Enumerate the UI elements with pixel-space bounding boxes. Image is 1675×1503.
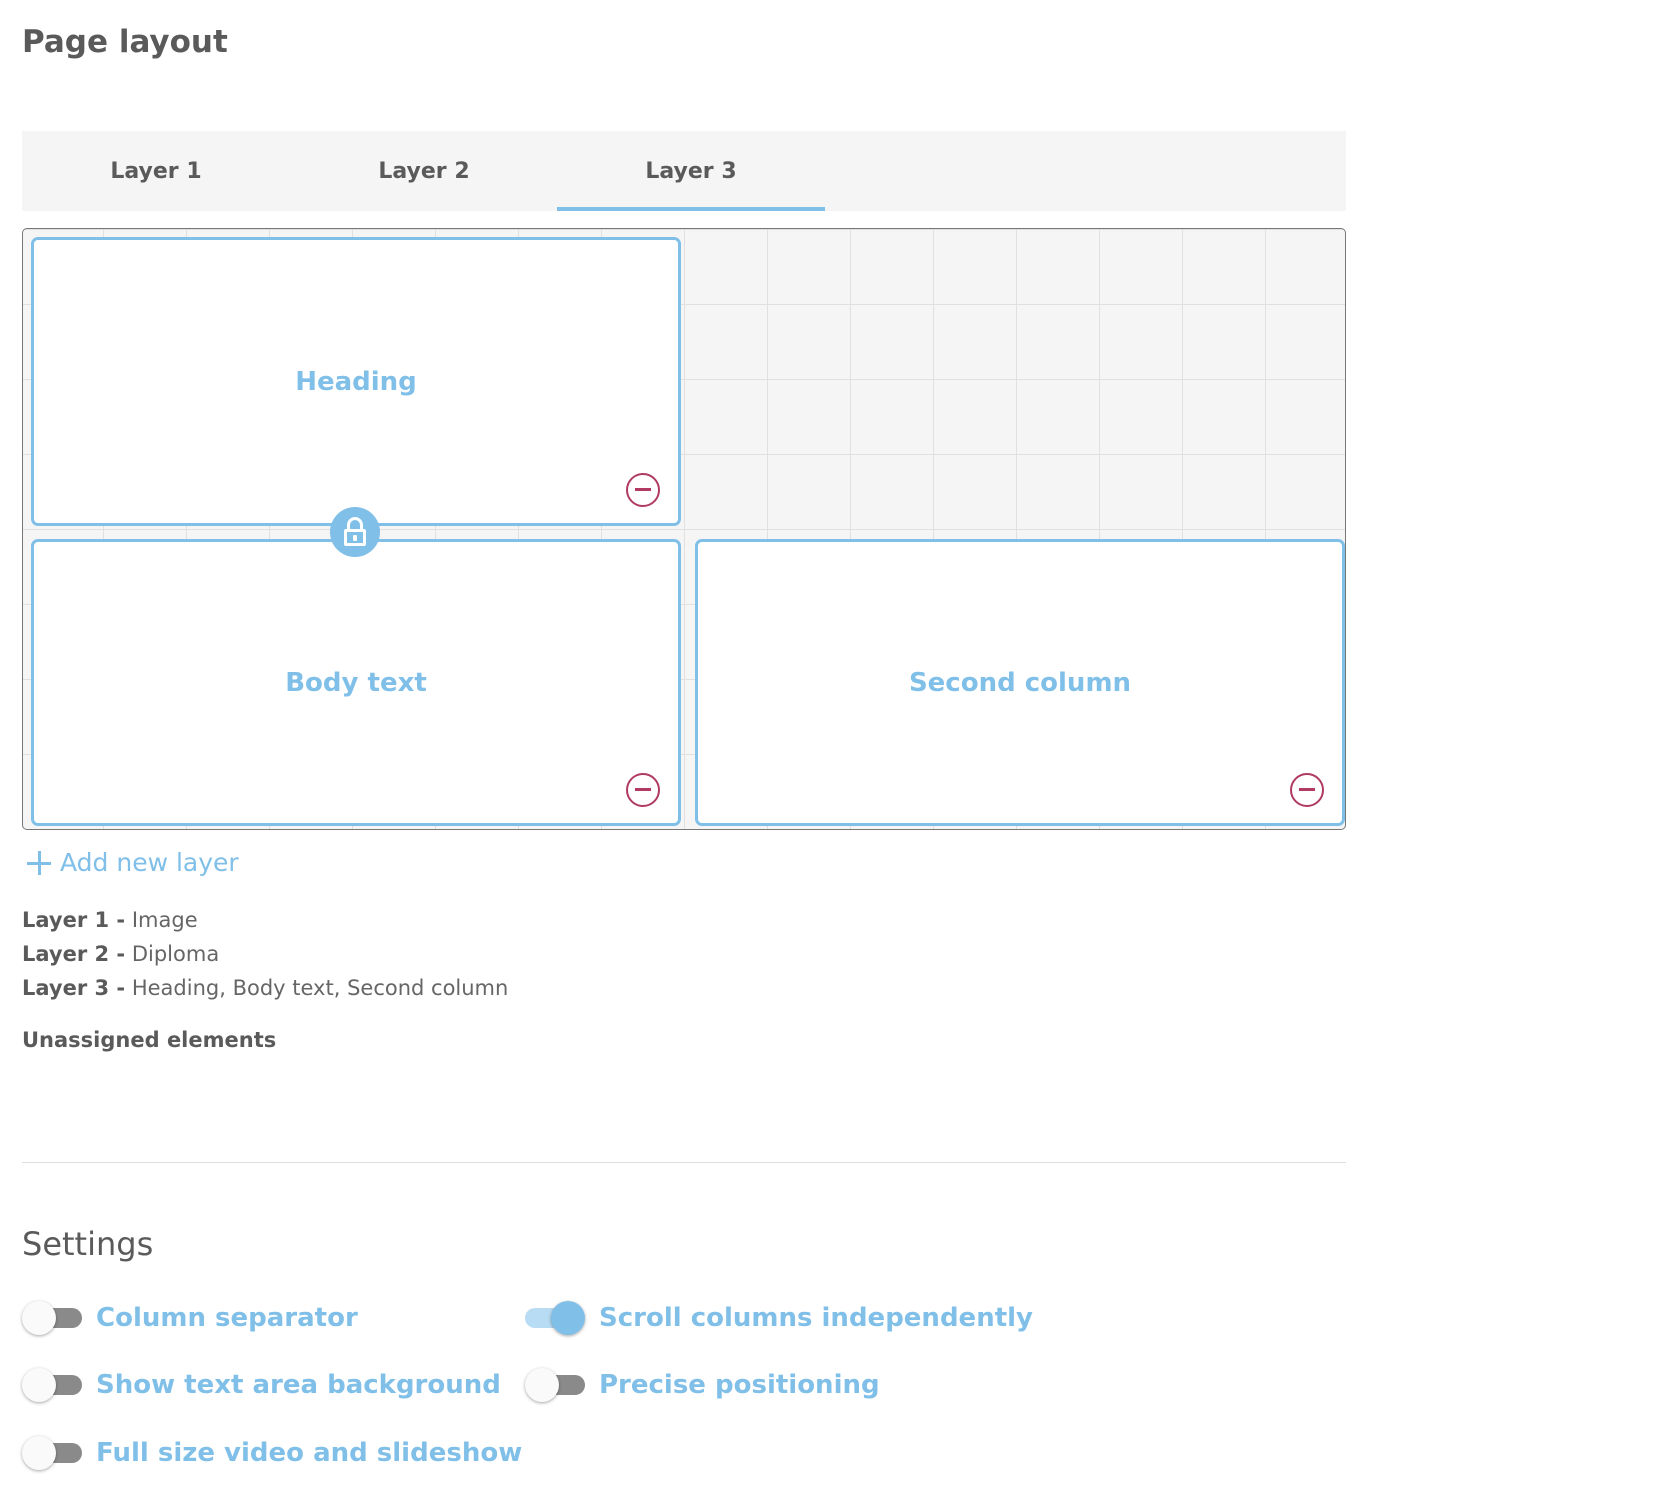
summary-row: Layer 2 - Diploma [22, 937, 508, 971]
settings-title: Settings [22, 1225, 154, 1263]
add-new-layer-label: Add new layer [60, 848, 239, 877]
setting-label: Precise positioning [599, 1370, 880, 1400]
block-second-column[interactable]: Second column [695, 539, 1345, 826]
block-second-column-label: Second column [908, 667, 1132, 698]
summary-value: Image [131, 908, 198, 932]
block-heading[interactable]: Heading [31, 237, 681, 526]
minus-circle-icon[interactable] [1290, 773, 1324, 807]
minus-circle-icon[interactable] [626, 773, 660, 807]
tab-layer-2[interactable]: Layer 2 [290, 131, 558, 211]
setting-label: Full size video and slideshow [96, 1438, 523, 1468]
lock-icon[interactable] [330, 507, 380, 557]
toggle-switch[interactable] [22, 1368, 82, 1402]
minus-circle-icon[interactable] [626, 473, 660, 507]
summary-key: Layer 2 - [22, 942, 126, 966]
layer-tabs: Layer 1 Layer 2 Layer 3 [22, 131, 1346, 211]
summary-row: Layer 1 - Image [22, 903, 508, 937]
divider [22, 1162, 1346, 1163]
block-body-text[interactable]: Body text [31, 539, 681, 826]
summary-key: Layer 1 - [22, 908, 126, 932]
block-heading-label: Heading [295, 366, 417, 397]
block-body-text-label: Body text [285, 667, 427, 698]
page-title: Page layout [22, 24, 228, 60]
toggle-switch[interactable] [525, 1368, 585, 1402]
setting-show-text-area-background[interactable]: Show text area background [22, 1368, 501, 1402]
setting-precise-positioning[interactable]: Precise positioning [525, 1368, 880, 1402]
summary-row: Layer 3 - Heading, Body text, Second col… [22, 971, 508, 1005]
setting-label: Show text area background [96, 1370, 501, 1400]
setting-label: Column separator [96, 1303, 358, 1333]
setting-scroll-columns-independently[interactable]: Scroll columns independently [525, 1301, 1033, 1335]
layout-canvas: Heading Body text Second column [22, 228, 1346, 830]
tab-layer-3[interactable]: Layer 3 [557, 131, 825, 211]
setting-full-size-video-and-slideshow[interactable]: Full size video and slideshow [22, 1436, 523, 1470]
unassigned-elements-heading: Unassigned elements [22, 1028, 277, 1052]
layer-summary: Layer 1 - Image Layer 2 - Diploma Layer … [22, 903, 508, 1005]
summary-value: Heading, Body text, Second column [131, 976, 509, 1000]
summary-value: Diploma [131, 942, 220, 966]
tab-layer-1[interactable]: Layer 1 [22, 131, 290, 211]
plus-icon [26, 850, 52, 876]
setting-label: Scroll columns independently [599, 1303, 1033, 1333]
toggle-switch[interactable] [22, 1436, 82, 1470]
setting-column-separator[interactable]: Column separator [22, 1301, 358, 1335]
toggle-switch[interactable] [22, 1301, 82, 1335]
summary-key: Layer 3 - [22, 976, 126, 1000]
toggle-switch[interactable] [525, 1301, 585, 1335]
add-new-layer-button[interactable]: Add new layer [26, 848, 239, 877]
